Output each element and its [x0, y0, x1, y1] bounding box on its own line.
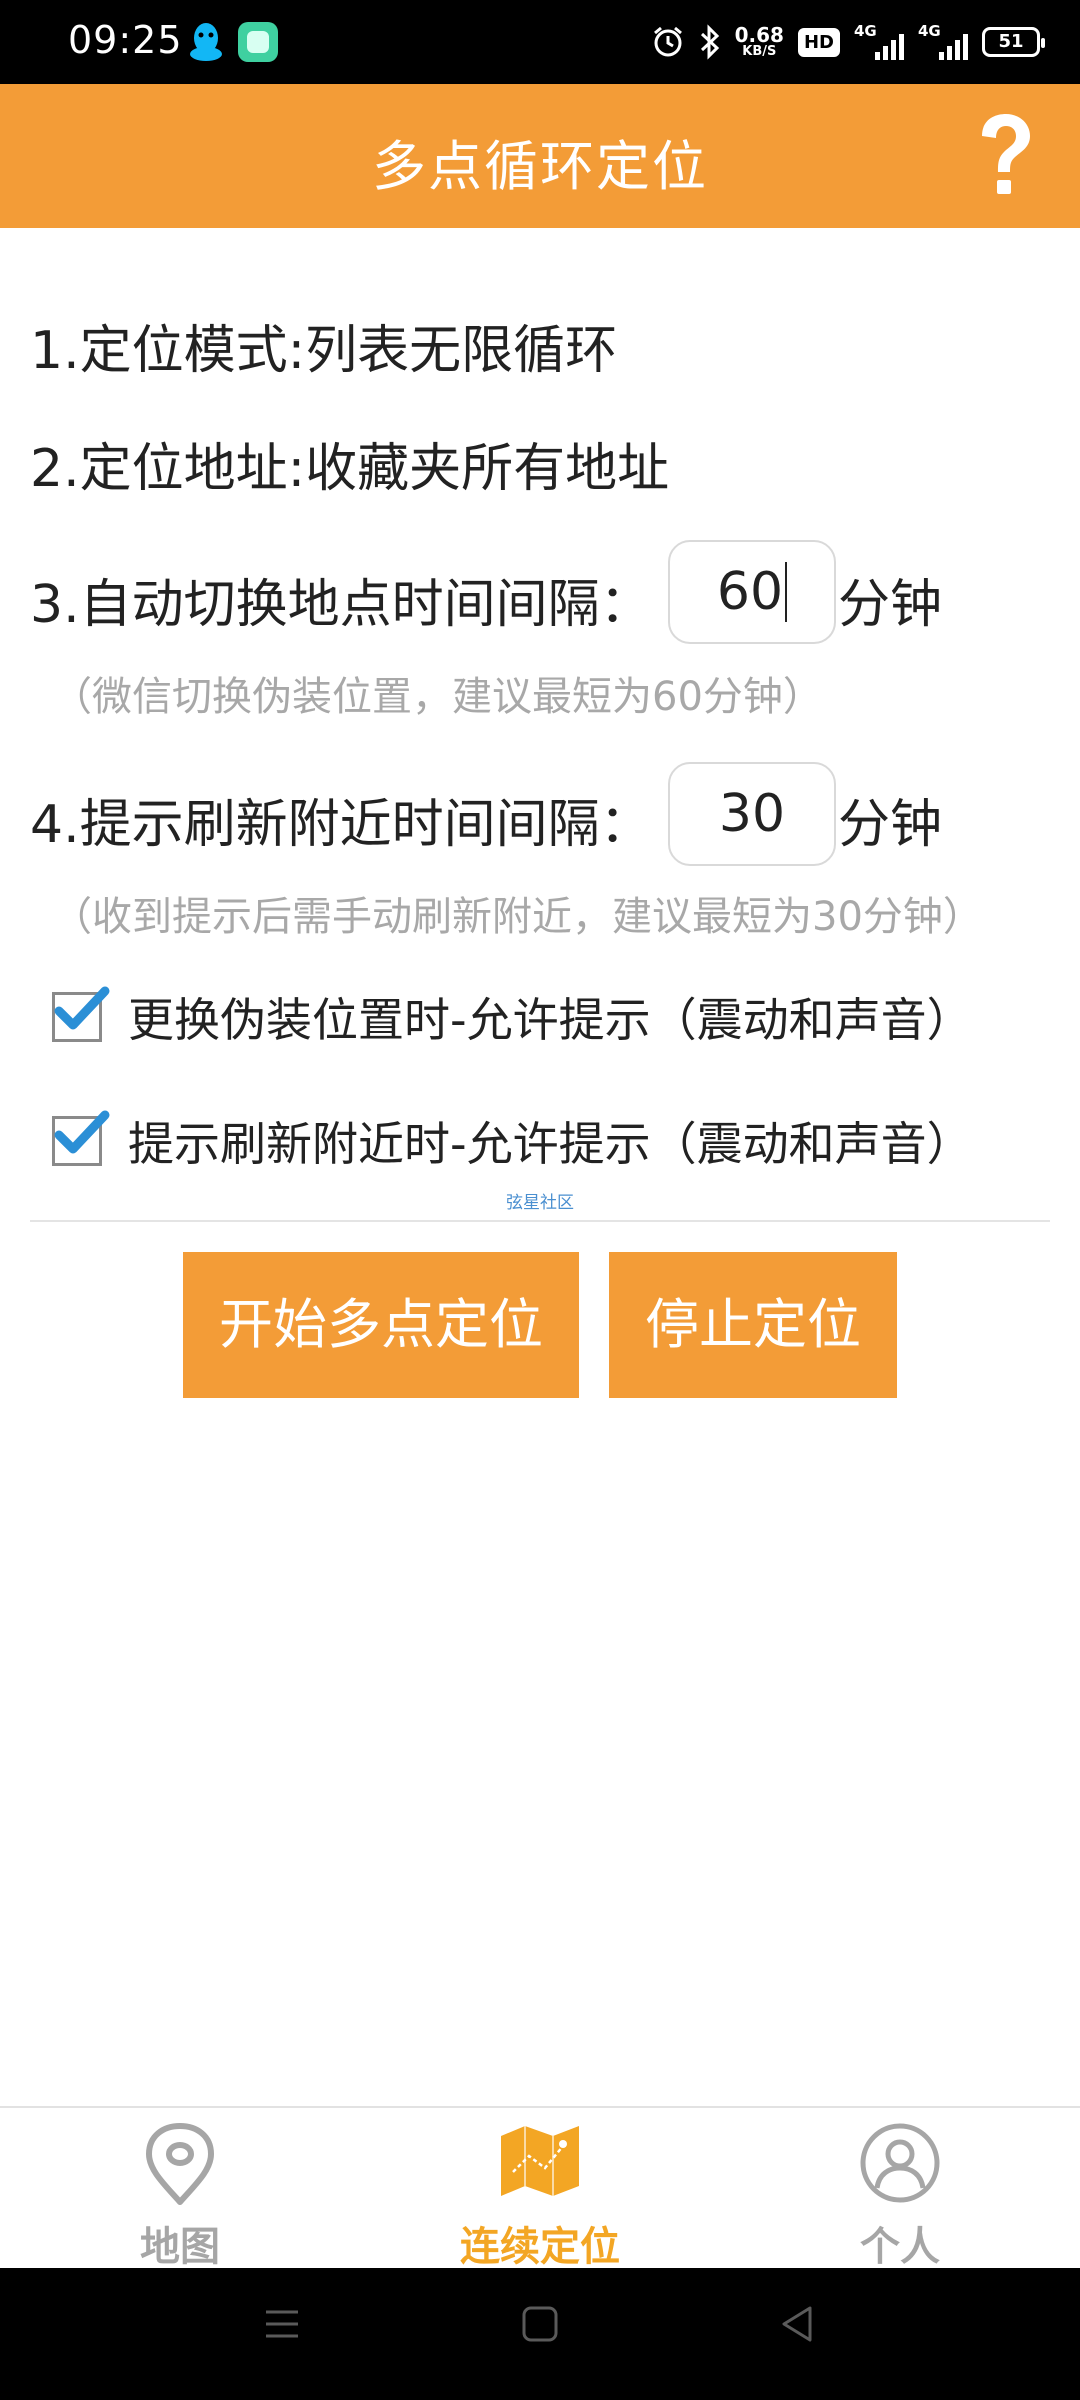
checkmark-icon: [54, 986, 110, 1030]
tab-map-label: 地图: [140, 2224, 220, 2270]
switch-interval-value: 60: [716, 562, 784, 622]
switch-interval-unit: 分钟: [838, 575, 943, 635]
alarm-clock-icon: [653, 26, 682, 57]
switch-interval-hint: （微信切换伪装位置，建议最短为60分钟）: [52, 674, 823, 720]
map-pin-icon: [146, 2123, 214, 2205]
status-time: 09:25: [68, 18, 183, 62]
status-bar: 09:25 0.68 KB/S HD 4G 4G 51: [0, 0, 1080, 84]
tab-profile-label: 个人: [860, 2224, 940, 2270]
tab-map[interactable]: 地图: [0, 2108, 360, 2270]
address-line: 2.定位地址:收藏夹所有地址: [30, 439, 670, 499]
start-multi-location-button[interactable]: 开始多点定位: [183, 1252, 579, 1398]
signal-sim1-icon: 4G: [854, 22, 904, 62]
checkbox-row-refresh-alert[interactable]: 提示刷新附近时-允许提示（震动和声音）: [52, 1108, 973, 1174]
network-speed: 0.68 KB/S: [735, 25, 784, 59]
switch-alert-checkbox[interactable]: [52, 986, 110, 1042]
tab-continuous-location[interactable]: 连续定位: [360, 2108, 720, 2270]
text-caret: [785, 562, 788, 622]
status-icons: 0.68 KB/S HD 4G 4G 51: [651, 18, 1045, 66]
hd-voice-badge: HD: [797, 27, 840, 57]
refresh-interval-unit: 分钟: [838, 795, 943, 855]
checkmark-icon: [54, 1110, 110, 1154]
network-speed-unit: KB/S: [742, 44, 777, 59]
tab-profile[interactable]: 个人: [720, 2108, 1080, 2270]
question-mark-icon[interactable]: [968, 108, 1040, 204]
bottom-tab-bar: 地图 连续定位 个人: [0, 2106, 1080, 2270]
sim1-network-type: 4G: [854, 22, 877, 40]
switch-interval-input[interactable]: 60: [668, 540, 836, 644]
system-navigation-bar: [0, 2268, 1080, 2400]
home-icon[interactable]: [520, 2304, 560, 2344]
switch-alert-label: 更换伪装位置时-允许提示（震动和声音）: [128, 993, 973, 1047]
refresh-alert-checkbox[interactable]: [52, 1110, 110, 1166]
refresh-alert-label: 提示刷新附近时-允许提示（震动和声音）: [128, 1117, 973, 1171]
back-icon[interactable]: [778, 2304, 818, 2344]
app-header: 多点循环定位: [0, 84, 1080, 228]
mode-line: 1.定位模式:列表无限循环: [30, 321, 618, 381]
tab-continuous-location-label: 连续定位: [460, 2224, 620, 2270]
folded-map-icon: [501, 2126, 579, 2196]
refresh-interval-input[interactable]: 30: [668, 762, 836, 866]
refresh-interval-hint: （收到提示后需手动刷新附近，建议最短为30分钟）: [52, 894, 983, 940]
qq-icon: [190, 23, 222, 61]
bluetooth-icon: [700, 24, 719, 60]
checkbox-row-switch-alert[interactable]: 更换伪装位置时-允许提示（震动和声音）: [52, 984, 973, 1050]
signal-sim2-icon: 4G: [918, 22, 968, 62]
menu-icon[interactable]: [262, 2304, 302, 2344]
app-notification-icon: [238, 22, 278, 62]
divider: [30, 1220, 1050, 1222]
refresh-interval-label: 4.提示刷新附近时间间隔：: [30, 795, 652, 855]
stop-location-button[interactable]: 停止定位: [609, 1252, 897, 1398]
switch-interval-label: 3.自动切换地点时间间隔：: [30, 575, 652, 635]
battery-icon: 51: [982, 27, 1045, 57]
refresh-interval-value: 30: [718, 784, 786, 844]
watermark: 弦星社区: [506, 1193, 574, 1213]
user-icon: [860, 2123, 940, 2203]
page-title: 多点循环定位: [372, 135, 708, 198]
sim2-network-type: 4G: [918, 22, 941, 40]
